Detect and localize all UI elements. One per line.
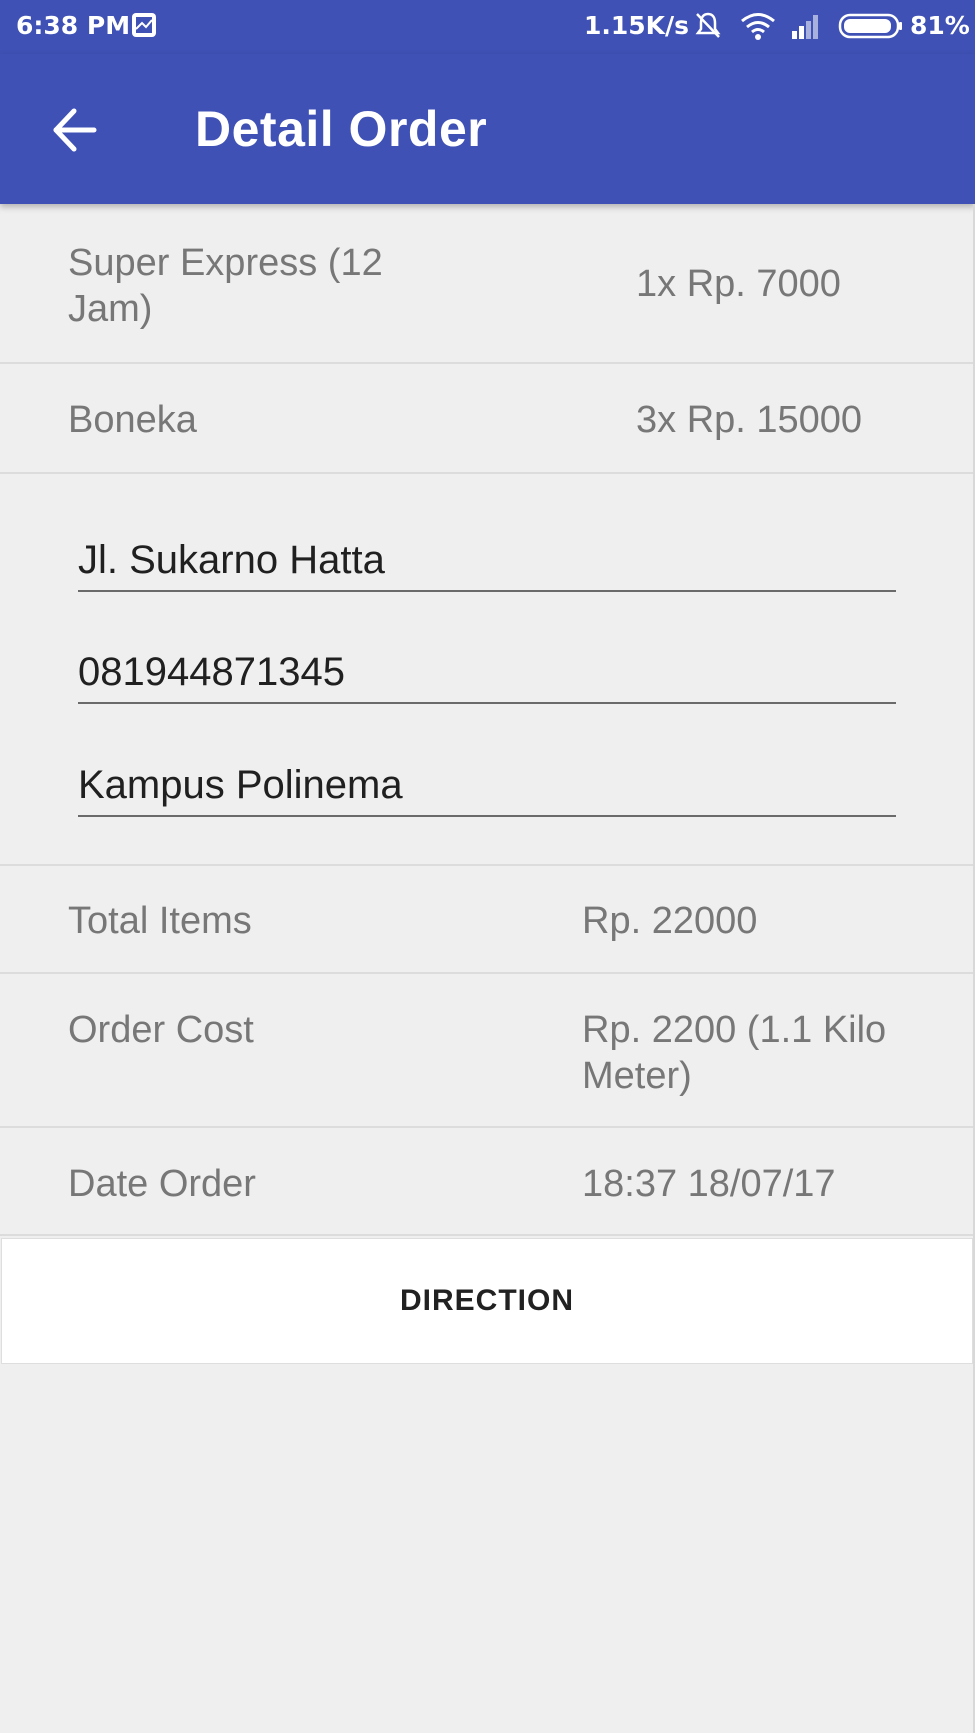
address-field[interactable]: Jl. Sukarno Hatta — [78, 534, 896, 592]
order-item-row: Boneka 3x Rp. 15000 — [0, 364, 973, 474]
order-item-row: Super Express (12 Jam) 1x Rp. 7000 — [0, 204, 973, 364]
date-order-label: Date Order — [68, 1163, 256, 1205]
battery-percent: 81% — [910, 11, 970, 40]
signal-icon — [792, 15, 818, 39]
app-bar: Detail Order — [0, 54, 975, 204]
total-items-row: Total Items Rp. 22000 — [0, 866, 973, 974]
status-time: 6:38 PM — [16, 11, 131, 40]
mute-icon — [695, 12, 721, 38]
item-price: 1x Rp. 7000 — [636, 263, 841, 305]
item-name-line1: Super Express (12 — [68, 242, 383, 284]
battery-icon — [838, 13, 902, 39]
wifi-icon — [741, 13, 775, 40]
order-cost-value-line1: Rp. 2200 (1.1 Kilo — [582, 1009, 887, 1051]
item-name: Super Express (12 Jam) — [68, 240, 383, 332]
order-cost-row: Order Cost Rp. 2200 (1.1 Kilo Meter) — [0, 974, 973, 1128]
order-cost-value: Rp. 2200 (1.1 Kilo Meter) — [582, 1007, 886, 1099]
total-items-value: Rp. 22000 — [582, 900, 758, 942]
phone-field[interactable]: 081944871345 — [78, 646, 896, 704]
date-order-value: 18:37 18/07/17 — [582, 1163, 836, 1205]
item-name: Boneka — [68, 399, 197, 441]
order-cost-label: Order Cost — [68, 1009, 254, 1051]
item-name-line2: Jam) — [68, 288, 153, 330]
note-field[interactable]: Kampus Polinema — [78, 759, 896, 817]
net-speed: 1.15K/s — [584, 11, 690, 40]
status-bar: 6:38 PM 1.15K/s 81% — [0, 0, 975, 54]
direction-button[interactable]: DIRECTION — [1, 1238, 973, 1364]
order-cost-value-line2: Meter) — [582, 1055, 692, 1097]
arrow-back-icon[interactable] — [50, 105, 100, 155]
item-price: 3x Rp. 15000 — [636, 399, 863, 441]
delivery-fields: Jl. Sukarno Hatta 081944871345 Kampus Po… — [0, 474, 973, 866]
gallery-icon — [132, 13, 156, 37]
page-title: Detail Order — [195, 101, 488, 157]
date-order-row: Date Order 18:37 18/07/17 — [0, 1128, 973, 1236]
total-items-label: Total Items — [68, 900, 252, 942]
